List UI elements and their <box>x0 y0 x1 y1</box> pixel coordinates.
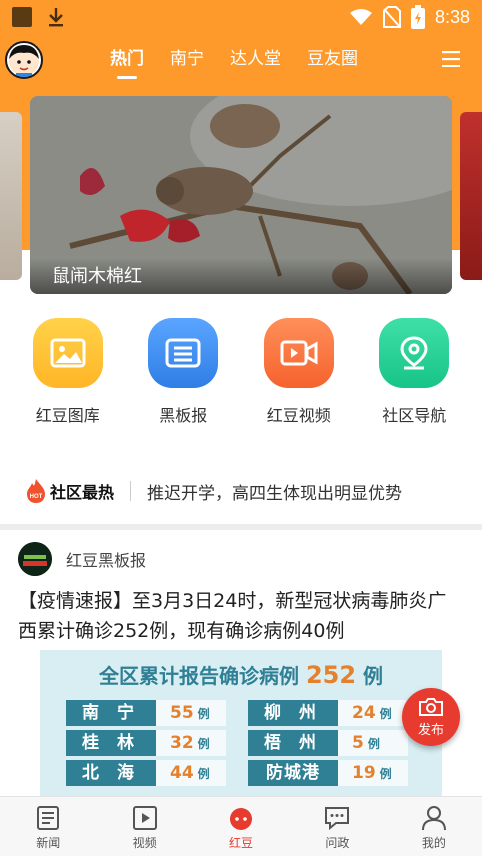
location-icon <box>379 318 450 388</box>
publish-label: 发布 <box>417 722 444 738</box>
bottom-tab-label: 红豆 <box>229 836 254 850</box>
bottom-tab-me[interactable]: 我的 <box>386 797 482 856</box>
city-count: 5例 <box>338 730 408 756</box>
hot-topic-bar[interactable]: HOT 社区最热 推迟开学，高四生体现出明显优势 <box>0 470 482 512</box>
quick-links: 红豆图库 黑板报 红豆视频 社区导航 <box>0 318 482 438</box>
post-image[interactable]: 全区累计报告确诊病例 252 例 南 宁 55 例 柳 州 24 例 桂 林 32 例… <box>40 650 442 800</box>
city-name: 南 宁 <box>66 700 156 726</box>
quick-link-video[interactable]: 红豆视频 <box>249 318 349 438</box>
tab-hall-of-fame[interactable]: 达人堂 <box>230 44 281 74</box>
tab-friends-circle[interactable]: 豆友圈 <box>307 44 358 74</box>
news-icon <box>37 806 60 830</box>
carousel-prev-card[interactable] <box>0 112 22 280</box>
banner-caption: 鼠闹木棉红 <box>52 266 142 287</box>
bottom-tab-video[interactable]: 视频 <box>96 797 192 856</box>
post-header[interactable]: 红豆黑板报 <box>18 542 146 576</box>
board-icon <box>148 318 219 388</box>
city-count: 24 例 <box>338 700 408 726</box>
bottom-tab-label: 视频 <box>132 836 157 850</box>
bottom-navigation: 新闻 视频 红豆 问政 我的 <box>0 796 482 856</box>
banner-card[interactable]: 鼠闹木棉红 <box>30 96 452 294</box>
avatar-face-icon <box>9 45 39 77</box>
infographic-title: 全区累计报告确诊病例 252 例 <box>40 660 442 689</box>
user-icon <box>421 806 446 831</box>
battery-icon <box>410 5 425 29</box>
quick-link-navigation[interactable]: 社区导航 <box>364 318 464 438</box>
publish-button[interactable]: 发布 <box>402 688 460 746</box>
bottom-tab-politics[interactable]: 问政 <box>289 797 385 856</box>
bottom-tab-label: 我的 <box>421 836 446 850</box>
hot-flame-icon: HOT <box>27 479 45 503</box>
menu-icon[interactable] <box>442 51 460 67</box>
hot-badge-label: HOT <box>30 494 43 500</box>
bottom-tab-hongdou[interactable]: 红豆 <box>193 797 289 856</box>
infographic-row: 桂 林 32 例 <box>66 730 226 756</box>
quick-link-label: 红豆图库 <box>35 406 100 425</box>
hot-section-title: 社区最热 <box>50 483 115 502</box>
city-name: 梧 州 <box>248 730 338 756</box>
infographic-unit: 例 <box>363 664 384 688</box>
bottom-tab-label: 新闻 <box>36 836 61 850</box>
post-title[interactable]: 【疫情速报】至3月3日24时，新型冠状病毒肺炎广西累计确诊252例，现有确诊病例… <box>18 586 464 646</box>
author-avatar[interactable] <box>18 542 52 576</box>
channel-tabs: 热门 南宁 达人堂 豆友圈 <box>110 44 358 79</box>
infographic-total: 252 <box>305 661 357 689</box>
image-icon <box>32 318 103 388</box>
quick-link-blackboard[interactable]: 黑板报 <box>133 318 233 438</box>
download-icon <box>49 8 63 27</box>
app-notification-icon <box>12 7 32 27</box>
city-count: 32 例 <box>156 730 226 756</box>
wifi-icon <box>349 9 372 25</box>
quick-link-label: 社区导航 <box>382 406 447 425</box>
quick-link-label: 红豆视频 <box>266 406 331 425</box>
carousel-next-card[interactable] <box>460 112 482 280</box>
infographic-row: 北 海 44 例 <box>66 760 226 786</box>
tab-hot[interactable]: 热门 <box>110 44 144 79</box>
divider <box>130 481 132 501</box>
city-name: 北 海 <box>66 760 156 786</box>
infographic-title-text: 全区累计报告确诊病例 <box>98 664 299 688</box>
user-avatar[interactable] <box>5 41 43 79</box>
quick-link-gallery[interactable]: 红豆图库 <box>18 318 118 438</box>
camera-icon <box>419 697 443 716</box>
quick-link-label: 黑板报 <box>159 406 208 425</box>
city-name: 桂 林 <box>66 730 156 756</box>
section-divider <box>0 524 482 530</box>
city-count: 19 例 <box>338 760 408 786</box>
top-navigation: 热门 南宁 达人堂 豆友圈 <box>0 38 482 84</box>
city-name: 防城港 <box>248 760 338 786</box>
post-author[interactable]: 红豆黑板报 <box>66 547 146 571</box>
hot-headline[interactable]: 推迟开学，高四生体现出明显优势 <box>147 479 402 504</box>
infographic-row: 柳 州 24 例 <box>248 700 408 726</box>
chat-icon <box>325 807 350 831</box>
video-icon <box>263 318 334 388</box>
bottom-tab-label: 问政 <box>325 836 350 850</box>
city-count: 44 例 <box>156 760 226 786</box>
city-name: 柳 州 <box>248 700 338 726</box>
tab-nanning[interactable]: 南宁 <box>170 44 204 74</box>
infographic-row: 防城港 19 例 <box>248 760 408 786</box>
infographic-row: 梧 州 5例 <box>248 730 408 756</box>
infographic-row: 南 宁 55 例 <box>66 700 226 726</box>
play-icon <box>132 806 157 830</box>
status-bar: 8:38 <box>0 0 482 34</box>
no-sim-icon <box>382 6 401 28</box>
bottom-tab-news[interactable]: 新闻 <box>0 797 96 856</box>
hongdou-icon <box>230 808 253 830</box>
clock: 8:38 <box>434 6 470 27</box>
city-count: 55 例 <box>156 700 226 726</box>
